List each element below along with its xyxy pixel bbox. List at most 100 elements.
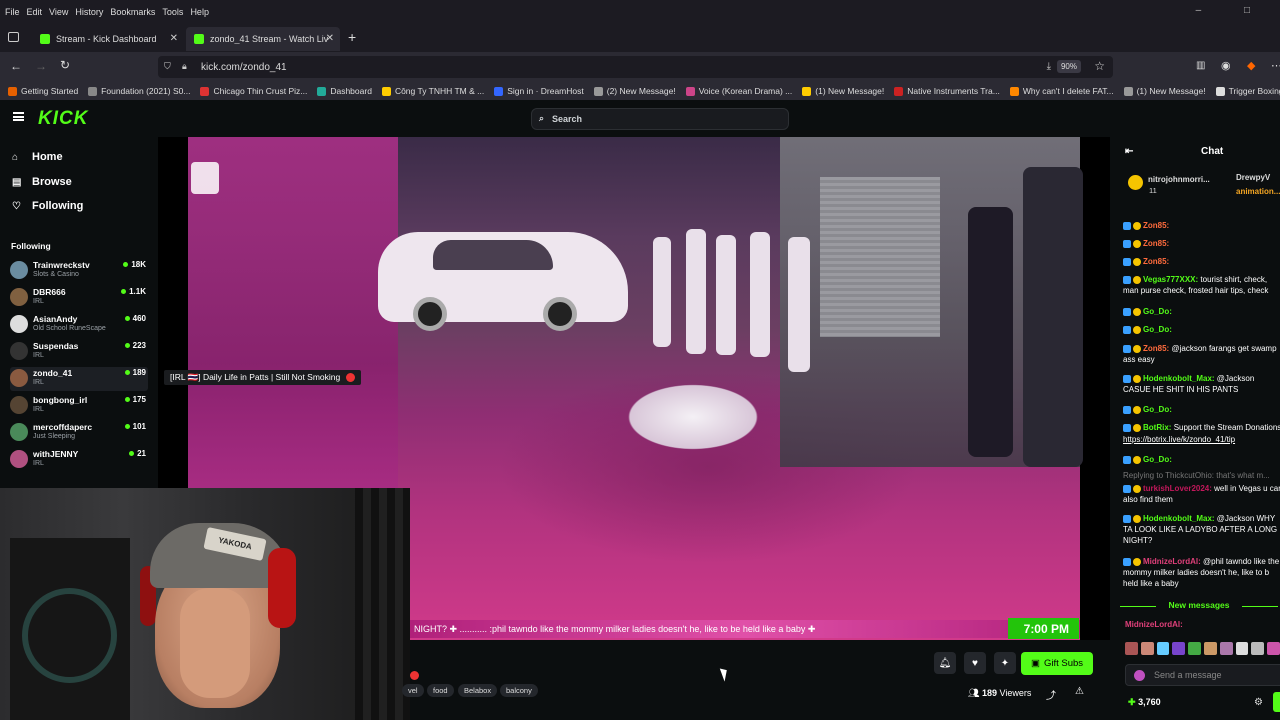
emote-icon[interactable]: [1188, 642, 1201, 655]
tab-overview-icon[interactable]: [8, 32, 19, 42]
pinned-user-2[interactable]: DrewpyV: [1236, 173, 1270, 182]
emote-icon[interactable]: [1140, 642, 1154, 655]
chat-username[interactable]: Zon85:: [1143, 257, 1169, 266]
bookmark-item[interactable]: Getting Started: [8, 86, 78, 96]
bookmark-item[interactable]: (1) New Message!: [1123, 86, 1206, 96]
emote-icon[interactable]: [1172, 642, 1186, 655]
nav-browse[interactable]: ▤ Browse: [12, 176, 72, 188]
bookmark-item[interactable]: Sign in · DreamHost: [494, 86, 584, 96]
new-tab-icon[interactable]: +: [348, 29, 356, 45]
follow-heart-icon[interactable]: ♥: [964, 652, 986, 674]
menu-view[interactable]: View: [49, 7, 68, 17]
tag-pill[interactable]: vel: [402, 684, 424, 697]
bookmark-item[interactable]: Voice (Korean Drama) ...: [685, 86, 792, 96]
window-controls[interactable]: – □: [1196, 5, 1270, 16]
chat-text: Replying to ThickcutOhio: that's what m.…: [1123, 471, 1270, 480]
tab-kick-dashboard[interactable]: Stream - Kick Dashboard ✕: [32, 27, 184, 51]
chat-username[interactable]: Zon85:: [1143, 239, 1169, 248]
sparkle-icon[interactable]: ✦: [994, 652, 1016, 674]
bookmark-item[interactable]: Native Instruments Tra...: [894, 86, 1000, 96]
menu-file[interactable]: File: [5, 7, 20, 17]
chat-settings-icon[interactable]: ⚙: [1254, 697, 1263, 708]
chat-username[interactable]: Go_Do:: [1143, 405, 1172, 414]
following-item[interactable]: DBR666 IRL 1.1K: [10, 286, 148, 310]
menu-edit[interactable]: Edit: [27, 7, 43, 17]
chat-username[interactable]: MidnizeLordAl:: [1125, 620, 1183, 629]
menu-history[interactable]: History: [75, 7, 103, 17]
chat-username[interactable]: BotRix:: [1143, 423, 1171, 432]
emote-icon[interactable]: [1203, 642, 1217, 655]
chat-input[interactable]: Send a message: [1125, 664, 1280, 686]
zoom-level[interactable]: 90%: [1056, 60, 1081, 73]
emote-icon[interactable]: [1235, 642, 1249, 655]
menu-bookmarks[interactable]: Bookmarks: [110, 7, 155, 17]
following-item[interactable]: zondo_41 IRL 189: [10, 367, 148, 391]
gift-subs-button[interactable]: ▣ Gift Subs: [1021, 652, 1093, 675]
hamburger-menu-icon[interactable]: [13, 112, 24, 121]
forward-icon[interactable]: →: [35, 59, 47, 73]
report-icon[interactable]: ⚠: [1075, 686, 1084, 697]
menu-tools[interactable]: Tools: [162, 7, 183, 17]
chat-username[interactable]: Hodenkobolt_Max:: [1143, 374, 1215, 383]
bookmark-item[interactable]: Foundation (2021) S0...: [88, 86, 190, 96]
more-icon[interactable]: ⋯: [1271, 59, 1280, 72]
emote-icon[interactable]: [1125, 642, 1138, 655]
following-item[interactable]: withJENNY IRL 21: [10, 448, 148, 472]
following-item[interactable]: Suspendas IRL 223: [10, 340, 148, 364]
chat-username[interactable]: Go_Do:: [1143, 325, 1172, 334]
chat-username[interactable]: Go_Do:: [1143, 307, 1172, 316]
kick-logo[interactable]: KICK: [38, 108, 88, 130]
roller-shutter: [820, 177, 940, 337]
bookmark-item[interactable]: Công Ty TNHH TM & ...: [381, 86, 484, 96]
back-icon[interactable]: ←: [10, 59, 22, 73]
bookmark-item[interactable]: Dashboard: [317, 86, 372, 96]
bookmark-item[interactable]: (1) New Message!: [802, 86, 884, 96]
bookmark-item[interactable]: (2) New Message!: [593, 86, 676, 96]
tag-pill[interactable]: Belabox: [458, 684, 498, 697]
bookmark-star-icon[interactable]: ☆: [1094, 59, 1105, 73]
following-item[interactable]: mercoffdaperc Just Sleeping 101: [10, 421, 148, 445]
url-bar[interactable]: ⛉ 🔒︎ kick.com/zondo_41 ⤓ 90% ☆: [158, 56, 1113, 78]
tab-close-icon[interactable]: ✕: [170, 33, 178, 44]
notification-bell-icon[interactable]: 🔔︎: [934, 652, 956, 674]
following-item[interactable]: Trainwreckstv Slots & Casino 18K: [10, 259, 148, 283]
chat-username[interactable]: MidnizeLordAl:: [1143, 557, 1201, 566]
nav-home[interactable]: ⌂ Home: [12, 151, 63, 163]
nav-following[interactable]: ♡ Following: [12, 200, 83, 212]
chat-username[interactable]: Zon85:: [1143, 221, 1169, 230]
emote-bar[interactable]: [1125, 642, 1280, 658]
send-button[interactable]: [1273, 692, 1280, 712]
pinned-user[interactable]: nitrojohnmorri...: [1148, 175, 1210, 184]
following-item[interactable]: AsianAndy Old School RuneScape 460: [10, 313, 148, 337]
search-input[interactable]: ⌕ Search: [531, 108, 789, 130]
tab-close-icon[interactable]: ✕: [326, 33, 334, 44]
account-icon[interactable]: ◉: [1221, 59, 1231, 72]
bookmark-item[interactable]: Chicago Thin Crust Piz...: [200, 86, 307, 96]
tab-zondo-stream[interactable]: zondo_41 Stream - Watch Live ✕: [186, 27, 340, 51]
tag-pill[interactable]: food: [427, 684, 454, 697]
bookmark-item[interactable]: Trigger Boxing: [1215, 86, 1280, 96]
reader-view-icon[interactable]: ▥: [1196, 60, 1205, 71]
extension-icon[interactable]: ◆: [1247, 59, 1255, 72]
chat-username[interactable]: Vegas777XXX:: [1143, 275, 1198, 284]
menu-help[interactable]: Help: [190, 7, 209, 17]
new-messages-divider[interactable]: New messages: [1118, 600, 1280, 610]
emote-icon[interactable]: [1251, 642, 1265, 655]
bookmark-item[interactable]: Why can't I delete FAT...: [1009, 86, 1114, 96]
emote-icon[interactable]: [1267, 642, 1280, 655]
tag-pill[interactable]: balcony: [500, 684, 538, 697]
channel-points[interactable]: ✚ 3,760: [1128, 697, 1161, 708]
gift-label: Gift Subs: [1043, 658, 1084, 669]
chat-username[interactable]: Zon85:: [1143, 344, 1169, 353]
reload-icon[interactable]: ↻: [60, 58, 70, 72]
following-item[interactable]: bongbong_irl IRL 175: [10, 394, 148, 418]
chat-username[interactable]: turkishLover2024:: [1143, 484, 1212, 493]
chat-username[interactable]: Hodenkobolt_Max:: [1143, 514, 1215, 523]
share-icon[interactable]: ⤴: [1046, 687, 1056, 702]
save-page-icon[interactable]: ⤓: [1047, 61, 1051, 72]
emote-icon[interactable]: [1219, 642, 1233, 655]
collapse-chat-icon[interactable]: ⇤: [1125, 146, 1133, 157]
emote-icon[interactable]: [1156, 642, 1170, 655]
headphone-right: [268, 548, 296, 628]
chat-username[interactable]: Go_Do:: [1143, 455, 1172, 464]
